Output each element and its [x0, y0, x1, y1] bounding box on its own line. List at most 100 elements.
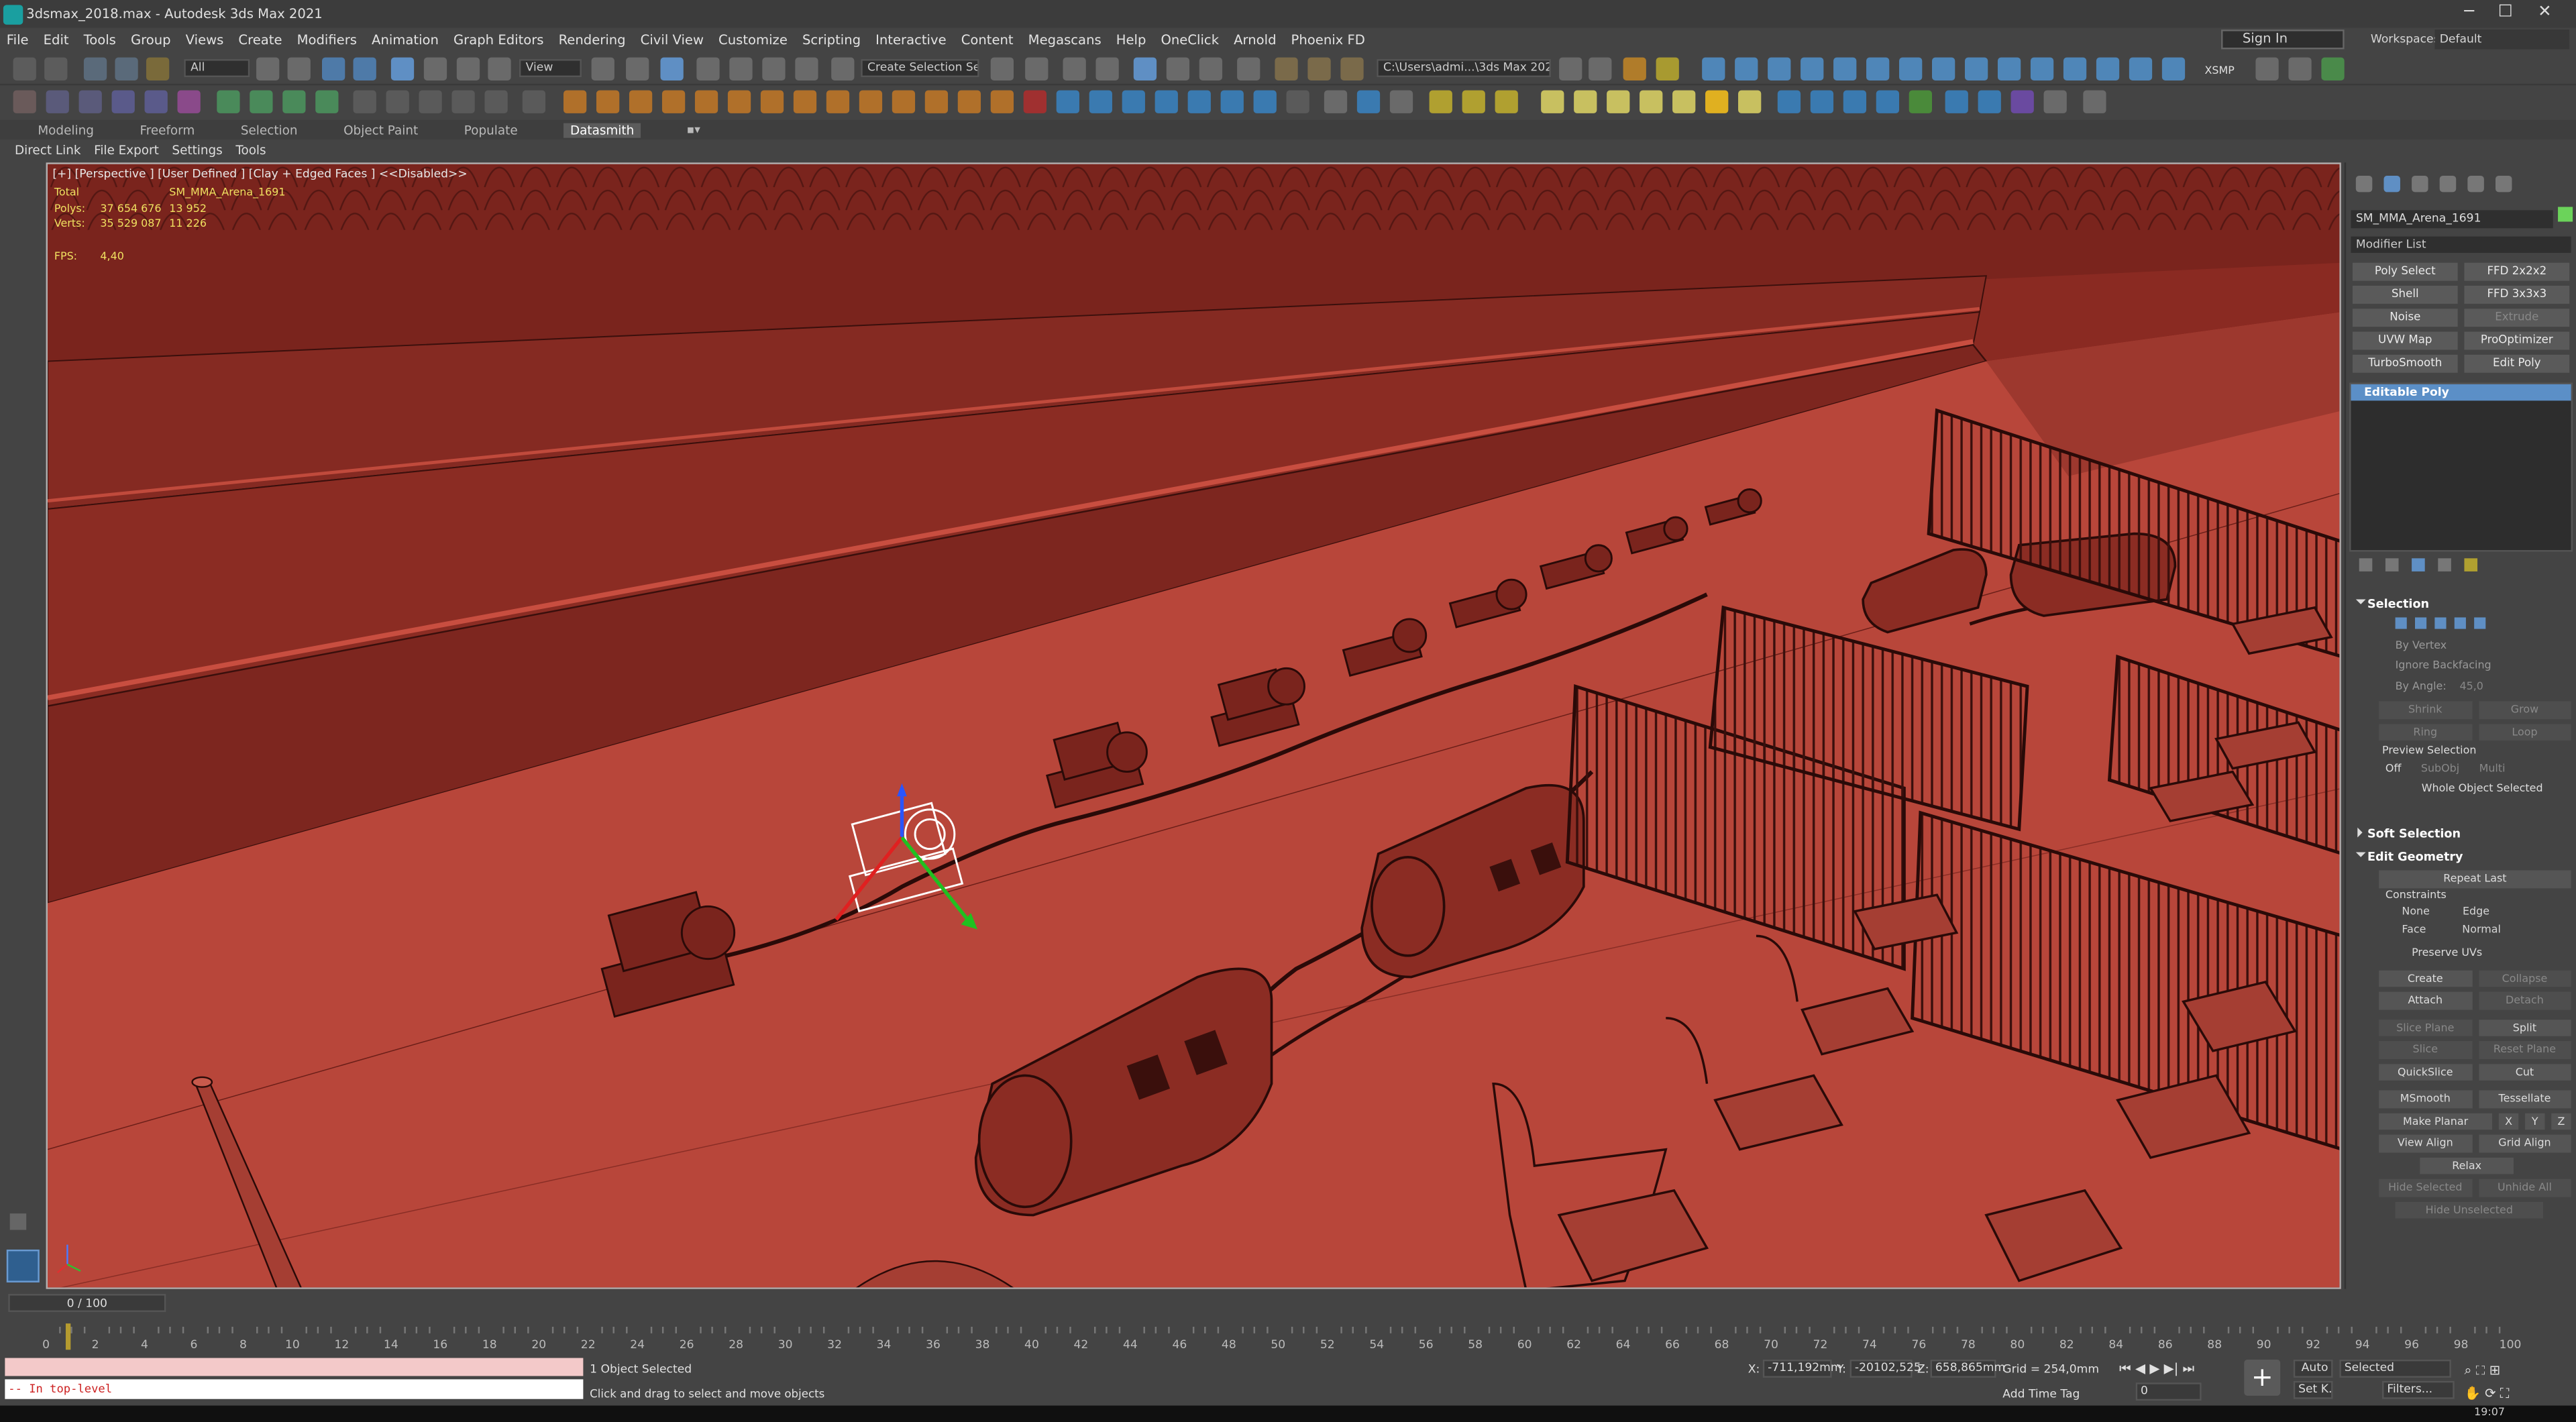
plugin-i-icon[interactable] — [826, 90, 850, 113]
scene-explorer-icon[interactable] — [1063, 57, 1086, 80]
render-production-icon[interactable] — [1340, 57, 1364, 80]
tool-h-icon[interactable] — [250, 90, 273, 113]
maximize-button[interactable]: ☐ — [2494, 3, 2517, 23]
by-vertex-checkbox[interactable]: By Vertex — [2346, 635, 2576, 655]
menu-content[interactable]: Content — [961, 32, 1014, 47]
quickslice-button[interactable]: QuickSlice — [2379, 1063, 2472, 1081]
preview-multi-radio[interactable]: Multi — [2479, 761, 2506, 775]
tab-selection[interactable]: Selection — [241, 122, 298, 137]
render-icon[interactable] — [1964, 57, 1988, 80]
menu-edit[interactable]: Edit — [44, 32, 69, 47]
grid-align-button[interactable]: Grid Align — [2478, 1134, 2571, 1152]
sphere-light-icon[interactable] — [1607, 90, 1630, 113]
plane-icon[interactable] — [1541, 90, 1564, 113]
xsmp-tool-3-icon[interactable] — [2321, 57, 2345, 80]
menu-customize[interactable]: Customize — [718, 32, 788, 47]
plugin-j-icon[interactable] — [859, 90, 883, 113]
unlink-icon[interactable] — [115, 57, 138, 80]
constraint-face-radio[interactable]: Face — [2402, 920, 2426, 938]
attach-button[interactable]: Attach — [2379, 991, 2472, 1009]
asset-browser-icon[interactable] — [2010, 90, 2034, 113]
track-bar[interactable]: 0 2 4 6 8 10 12 14 16 18 20 22 24 26 28 30 32 34 36 38 40 42 4… — [42, 1323, 2527, 1353]
create-button[interactable]: Create — [2379, 969, 2472, 987]
scale-icon[interactable] — [456, 57, 480, 80]
light-icon-2[interactable] — [1462, 90, 1485, 113]
scene-render[interactable] — [48, 164, 2341, 1289]
vertex-level-icon[interactable] — [2395, 616, 2407, 628]
tab-freeform[interactable]: Freeform — [140, 122, 195, 137]
plugin-u-icon[interactable] — [1220, 90, 1244, 113]
y-coordinate-field[interactable]: -20102,525 — [1849, 1359, 1921, 1378]
utilities-tab-icon[interactable] — [2496, 175, 2512, 193]
ribbon-toggle-icon[interactable] — [1133, 57, 1157, 80]
preview-off-radio[interactable]: Off — [2385, 761, 2402, 775]
menu-rendering[interactable]: Rendering — [559, 32, 626, 47]
rect-selection-icon[interactable] — [322, 57, 345, 80]
ffd-2x2x2-button[interactable]: FFD 2x2x2 — [2464, 262, 2570, 280]
constraint-none-radio[interactable]: None — [2402, 902, 2430, 920]
redo-icon[interactable] — [44, 57, 68, 80]
snaps-toggle-icon[interactable] — [696, 57, 720, 80]
undo-icon[interactable] — [13, 57, 36, 80]
create-helpers-icon[interactable] — [1833, 57, 1857, 80]
cut-button[interactable]: Cut — [2478, 1063, 2571, 1081]
menu-create[interactable]: Create — [238, 32, 282, 47]
ref-coord-dropdown[interactable]: View — [519, 59, 582, 78]
slice-button[interactable]: Slice — [2379, 1041, 2472, 1058]
stop-icon[interactable] — [419, 90, 442, 113]
modifier-list-dropdown[interactable]: Modifier List — [2351, 236, 2571, 253]
select-by-name-icon[interactable] — [287, 57, 311, 80]
extra-icon[interactable] — [2083, 90, 2106, 113]
menu-civil-view[interactable]: Civil View — [641, 32, 704, 47]
tab-datasmith[interactable]: Datasmith — [564, 122, 641, 138]
record-icon[interactable] — [451, 90, 475, 113]
create-shapes-icon[interactable] — [1735, 57, 1758, 80]
tab-object-paint[interactable]: Object Paint — [343, 122, 418, 137]
make-unique-icon[interactable] — [2412, 557, 2425, 571]
plugin-q-icon[interactable] — [1089, 90, 1112, 113]
project-folder-icon[interactable] — [1559, 57, 1582, 80]
object-color-swatch[interactable] — [2558, 207, 2573, 222]
expand-arrow-icon[interactable] — [9, 1213, 27, 1230]
select-manipulate-icon[interactable] — [626, 57, 649, 80]
hierarchy-tab-icon[interactable] — [2412, 175, 2428, 193]
selection-filter-dropdown[interactable]: All — [184, 59, 250, 78]
maximize-viewport-icon[interactable] — [2161, 57, 2186, 80]
plugin-t-icon[interactable] — [1187, 90, 1211, 113]
key-filters-button[interactable]: Filters... — [2382, 1380, 2455, 1399]
menu-animation[interactable]: Animation — [372, 32, 439, 47]
menu-graph-editors[interactable]: Graph Editors — [453, 32, 544, 47]
unhide-all-button[interactable]: Unhide All — [2478, 1179, 2571, 1197]
planar-z-button[interactable]: Z — [2551, 1112, 2571, 1130]
menu-group[interactable]: Group — [131, 32, 171, 47]
plugin-w-icon[interactable] — [1324, 90, 1348, 113]
modify-tab-icon[interactable] — [2383, 175, 2400, 193]
constraint-normal-radio[interactable]: Normal — [2462, 920, 2501, 938]
modifier-stack[interactable]: Editable Poly — [2349, 382, 2573, 551]
subtab-tools[interactable]: Tools — [235, 142, 266, 157]
object-name-field[interactable]: SM_MMA_Arena_1691 — [2351, 210, 2553, 229]
play-icon[interactable] — [353, 90, 376, 113]
plugin-r-icon[interactable] — [1122, 90, 1145, 113]
create-lights-icon[interactable] — [1768, 57, 1791, 80]
prooptimizer-button[interactable]: ProOptimizer — [2464, 331, 2570, 349]
move-icon[interactable] — [390, 57, 415, 80]
maxscript-listener-output[interactable]: -- In top-level — [5, 1379, 584, 1399]
plugin-d-icon[interactable] — [661, 90, 686, 113]
poly-select-button[interactable]: Poly Select — [2352, 262, 2458, 280]
noise-button[interactable]: Noise — [2352, 309, 2458, 326]
keyboard-shortcut-icon[interactable] — [660, 57, 684, 80]
settings-icon[interactable] — [2043, 90, 2067, 113]
stack-item-editable-poly[interactable]: Editable Poly — [2351, 383, 2571, 400]
space-warps-icon[interactable] — [1866, 57, 1890, 80]
pause-icon[interactable] — [386, 90, 409, 113]
select-object-icon[interactable] — [256, 57, 280, 80]
bind-space-warp-icon[interactable] — [146, 57, 170, 80]
plugin-a-icon[interactable] — [564, 90, 587, 113]
xsmp-tool-2-icon[interactable] — [2288, 57, 2312, 80]
tool-j-icon[interactable] — [315, 90, 339, 113]
make-planar-button[interactable]: Make Planar — [2379, 1112, 2493, 1130]
maxscript-listener-input[interactable] — [5, 1358, 584, 1376]
angle-snap-icon[interactable] — [729, 57, 753, 80]
light-icon-1[interactable] — [1429, 90, 1452, 113]
